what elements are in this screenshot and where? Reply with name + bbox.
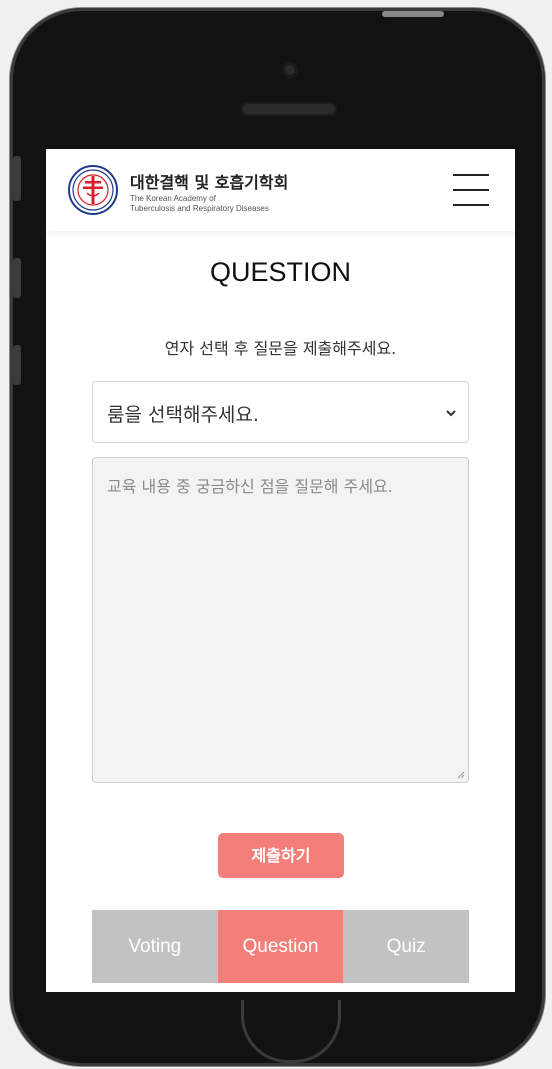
double-cross-emblem-icon	[72, 169, 114, 211]
question-placeholder: 교육 내용 중 궁금하신 점을 질문해 주세요.	[107, 477, 393, 496]
earpiece-speaker	[241, 102, 337, 116]
page-title: QUESTION	[209, 257, 351, 287]
tab-question[interactable]: Question	[217, 910, 344, 983]
site-header: 대한결핵 및 호흡기학회 The Korean Academy of Tuber…	[46, 149, 515, 231]
tab-quiz[interactable]: Quiz	[343, 910, 470, 983]
question-textarea[interactable]: 교육 내용 중 궁금하신 점을 질문해 주세요.	[92, 457, 469, 783]
front-camera	[282, 62, 298, 78]
hamburger-menu-icon[interactable]	[453, 172, 489, 208]
submit-button[interactable]: 제출하기	[218, 833, 344, 878]
resize-handle-icon[interactable]	[457, 771, 465, 779]
room-select[interactable]: 룸을 선택해주세요.	[92, 381, 469, 443]
org-name: 대한결핵 및 호흡기학회	[130, 173, 289, 192]
org-name-en-line2: Tuberculosis and Respiratory Diseases	[130, 204, 269, 213]
tab-voting[interactable]: Voting	[92, 910, 218, 983]
org-name-en-line1: The Korean Academy of	[130, 194, 216, 203]
bottom-tab-bar: Voting Question Quiz	[92, 910, 470, 983]
home-button	[241, 1000, 341, 1063]
room-select-value: 룸을 선택해주세요.	[107, 404, 259, 426]
app-screen: 대한결핵 및 호흡기학회 The Korean Academy of Tuber…	[46, 149, 515, 992]
volume-up-button	[13, 258, 21, 298]
volume-down-button	[13, 345, 21, 385]
chevron-down-icon	[446, 410, 456, 417]
mute-switch	[13, 156, 21, 201]
power-button	[382, 11, 444, 17]
instruction-text: 연자 선택 후 질문을 제출해주세요.	[164, 339, 397, 358]
society-emblem-logo[interactable]	[68, 165, 118, 215]
org-name-english: The Korean Academy of Tuberculosis and R…	[130, 194, 269, 214]
